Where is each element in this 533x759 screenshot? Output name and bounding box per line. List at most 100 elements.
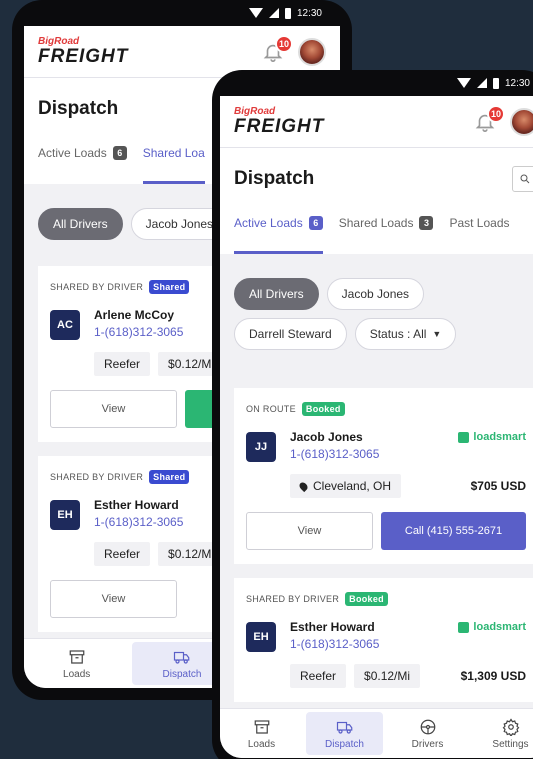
- bottom-nav: Loads Dispatch Drivers Settings: [220, 708, 533, 758]
- call-button[interactable]: Call (415) 555-2671: [381, 512, 526, 550]
- loadsmart-icon: [458, 431, 470, 443]
- driver-initials: EH: [50, 500, 80, 530]
- avatar[interactable]: [298, 37, 326, 66]
- nav-loads[interactable]: Loads: [223, 712, 300, 755]
- driver-name: Jacob Jones: [290, 430, 363, 444]
- status-badge: Booked: [345, 592, 388, 606]
- nav-label: Drivers: [411, 738, 444, 750]
- nav-loads[interactable]: Loads: [27, 642, 126, 685]
- tab-active-loads[interactable]: Active Loads 6: [38, 140, 127, 184]
- tab-shared-loads[interactable]: Shared Loa: [142, 140, 205, 184]
- status-badge: Shared: [149, 280, 190, 294]
- brand-main: FREIGHT: [38, 46, 129, 67]
- front-phone: 12:30 BigRoad FREIGHT 10 Dispatch Active…: [212, 70, 533, 759]
- equipment-tag: Reefer: [94, 542, 151, 566]
- partner-name: loadsmart: [473, 621, 526, 633]
- tab-label: Shared Loa: [142, 146, 205, 160]
- status-bar: 12:30: [12, 0, 352, 26]
- tab-count: 6: [308, 216, 323, 230]
- status-badge: Booked: [301, 402, 345, 416]
- view-button[interactable]: View: [246, 512, 373, 550]
- card-status: SHARED BY DRIVER: [50, 472, 144, 482]
- load-card: SHARED BY DRIVER Booked EH Esther Howard…: [234, 578, 533, 702]
- view-button[interactable]: View: [50, 390, 177, 428]
- card-status: SHARED BY DRIVER: [50, 282, 144, 292]
- chip-jacob-jones[interactable]: Jacob Jones: [326, 278, 425, 310]
- driver-filters: All Drivers Jacob Jones Darrell Steward …: [220, 254, 533, 362]
- nav-label: Settings: [492, 738, 529, 750]
- nav-drivers[interactable]: Drivers: [389, 712, 466, 755]
- status-badge: Shared: [149, 470, 190, 484]
- driver-initials: AC: [50, 310, 80, 340]
- tab-label: Shared Loads: [338, 216, 414, 230]
- wifi-icon: [456, 78, 471, 88]
- bell-icon[interactable]: 10: [262, 34, 293, 63]
- status-time: 12:30: [296, 7, 322, 19]
- driver-name: Esther Howard: [290, 620, 375, 634]
- tab-active-loads[interactable]: Active Loads 6: [234, 210, 323, 254]
- brand-logo: BigRoad FREIGHT: [38, 37, 129, 67]
- app-header: BigRoad FREIGHT 10: [220, 96, 533, 148]
- page-title: Dispatch: [234, 168, 315, 189]
- brand-logo: BigRoad FREIGHT: [234, 107, 325, 137]
- signal-icon: [268, 8, 279, 18]
- tab-bar: Active Loads 6 Shared Loads 3 Past Loads: [234, 210, 533, 254]
- signal-icon: [476, 78, 487, 88]
- truck-icon: [173, 651, 190, 664]
- driver-initials: JJ: [246, 432, 276, 462]
- nav-dispatch[interactable]: Dispatch: [306, 712, 383, 755]
- nav-settings[interactable]: Settings: [472, 712, 533, 755]
- avatar[interactable]: [510, 107, 533, 136]
- driver-phone[interactable]: 1-(618)312-3065: [290, 447, 526, 461]
- chip-darrell-steward[interactable]: Darrell Steward: [234, 318, 347, 350]
- view-button[interactable]: View: [50, 580, 177, 618]
- location-tag: Cleveland, OH: [290, 474, 402, 498]
- card-status: SHARED BY DRIVER: [246, 594, 340, 604]
- front-screen: BigRoad FREIGHT 10 Dispatch Active Loads…: [220, 96, 533, 758]
- status-bar: 12:30: [212, 70, 533, 96]
- partner-logo: loadsmart: [458, 431, 526, 443]
- steering-wheel-icon: [420, 719, 435, 734]
- wifi-icon: [248, 8, 263, 18]
- nav-label: Dispatch: [162, 668, 202, 680]
- search-icon: [520, 174, 530, 184]
- card-status: ON ROUTE: [246, 404, 296, 414]
- brand-main: FREIGHT: [234, 116, 325, 137]
- tab-shared-loads[interactable]: Shared Loads 3: [339, 210, 434, 254]
- page-title: Dispatch: [38, 98, 119, 119]
- tab-label: Past Loads: [449, 216, 510, 230]
- load-amount: $1,309 USD: [460, 669, 526, 683]
- notification-count: 10: [487, 104, 505, 123]
- rate-tag: $0.12/Mi: [354, 664, 421, 688]
- nav-label: Dispatch: [325, 738, 364, 750]
- tab-past-loads[interactable]: Past Loads: [449, 210, 509, 254]
- status-filter[interactable]: Status : All ▼: [354, 318, 457, 350]
- bell-icon[interactable]: 10: [474, 104, 505, 133]
- tab-count: 3: [419, 216, 434, 230]
- nav-label: Loads: [63, 668, 91, 680]
- driver-phone[interactable]: 1-(618)312-3065: [290, 637, 526, 651]
- status-time: 12:30: [504, 77, 530, 89]
- partner-name: loadsmart: [473, 431, 526, 443]
- driver-initials: EH: [246, 622, 276, 652]
- load-amount: $705 USD: [470, 479, 526, 493]
- caret-down-icon: ▼: [432, 329, 442, 339]
- loadsmart-icon: [458, 621, 470, 633]
- dispatch-header: Dispatch Active Loads 6 Shared Loads 3 P…: [220, 148, 533, 254]
- location-text: Cleveland, OH: [313, 479, 392, 493]
- search-button[interactable]: [512, 166, 533, 192]
- status-filter-label: Status : All: [369, 327, 427, 341]
- truck-icon: [336, 721, 352, 734]
- tab-label: Active Loads: [234, 216, 303, 230]
- chip-all-drivers[interactable]: All Drivers: [38, 208, 123, 240]
- battery-icon: [284, 7, 291, 19]
- load-card: ON ROUTE Booked JJ Jacob Jones loadsmart…: [234, 388, 533, 564]
- equipment-tag: Reefer: [94, 352, 151, 376]
- box-icon: [69, 649, 85, 664]
- pin-icon: [297, 480, 310, 492]
- gear-icon: [502, 717, 519, 736]
- chip-all-drivers[interactable]: All Drivers: [234, 278, 319, 310]
- box-icon: [254, 719, 269, 734]
- tab-label: Active Loads: [38, 146, 107, 160]
- battery-icon: [492, 77, 499, 89]
